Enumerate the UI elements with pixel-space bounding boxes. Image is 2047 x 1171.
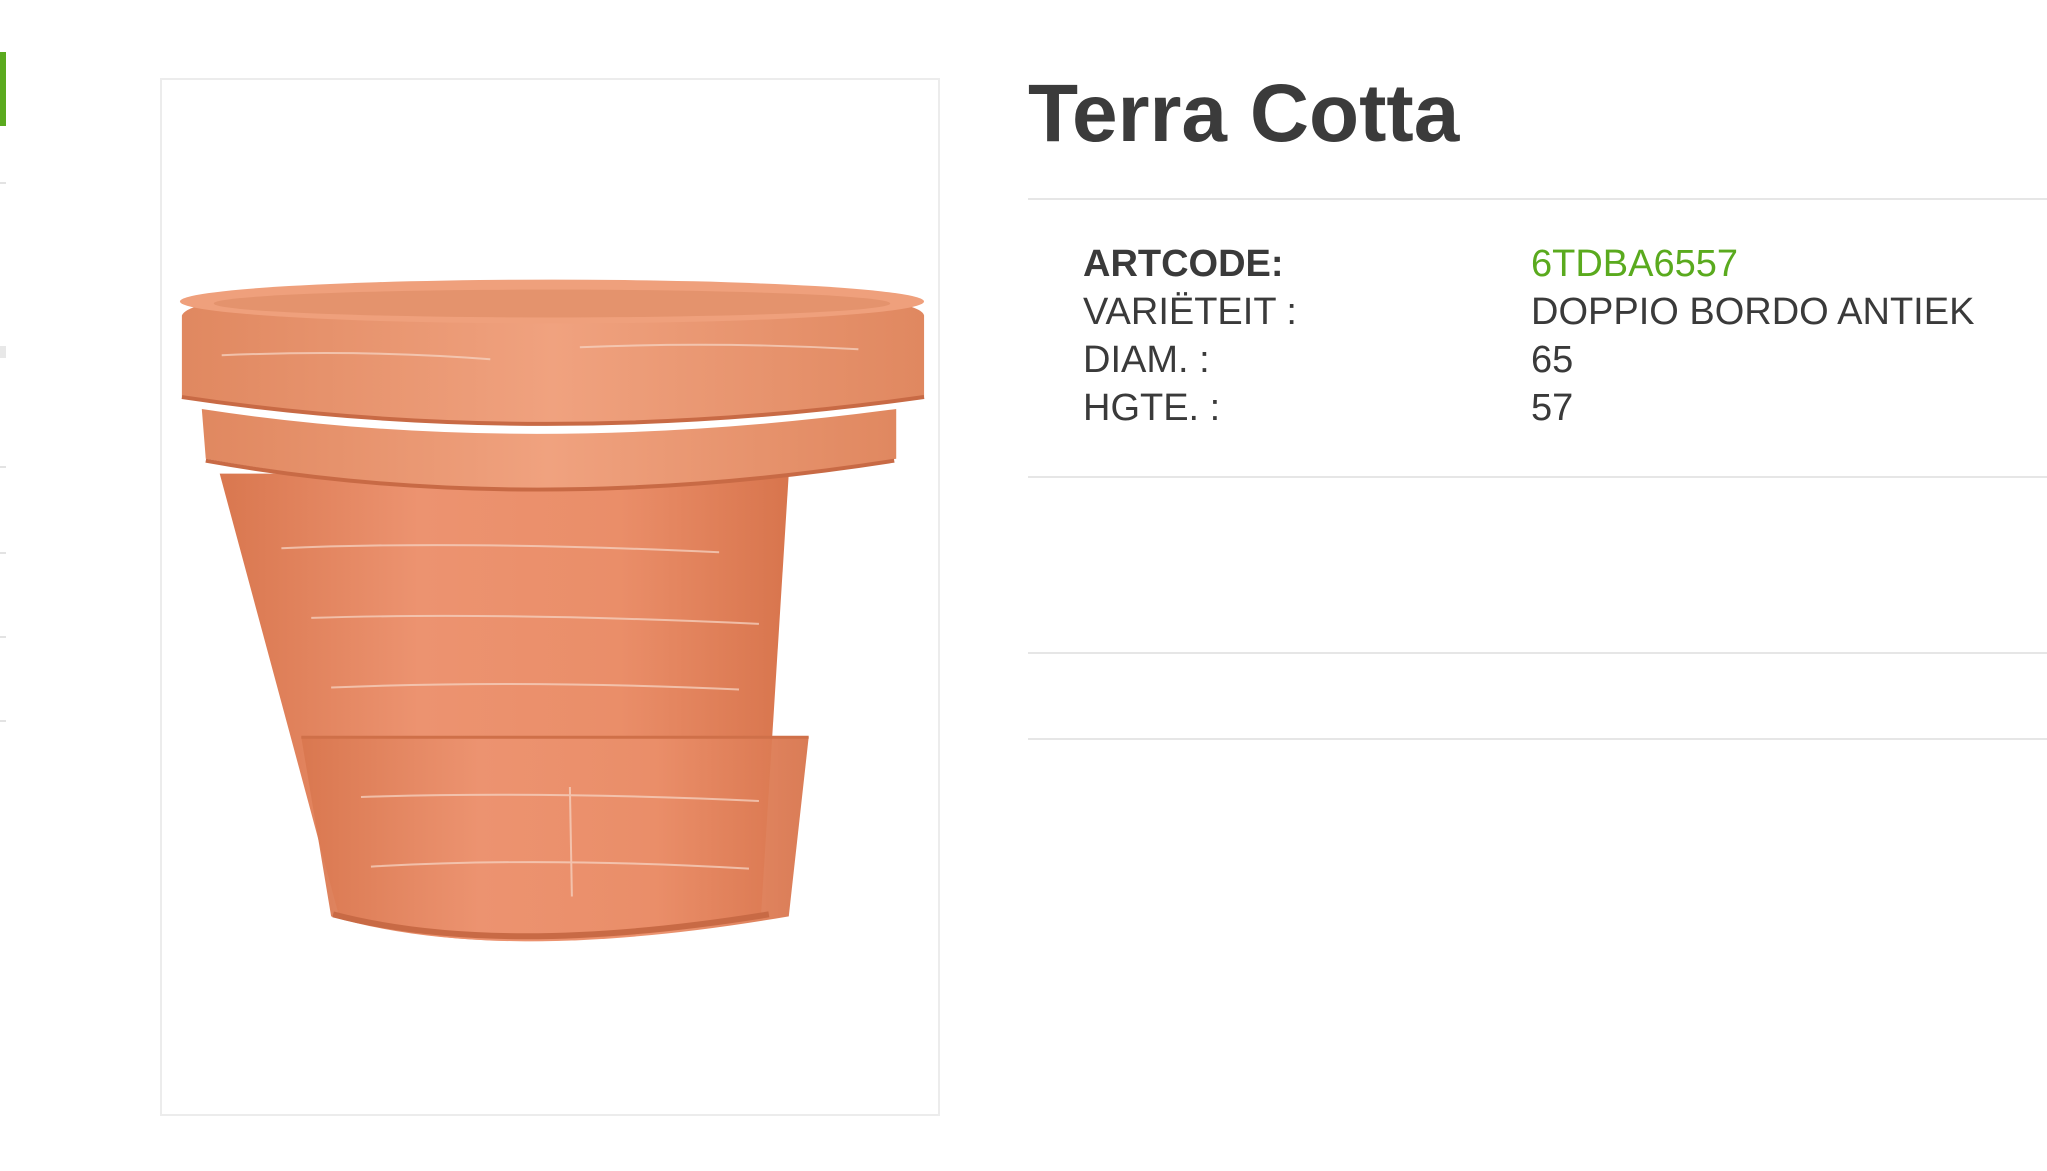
sidebar-divider xyxy=(0,346,6,358)
spec-table: ARTCODE: 6TDBA6557 VARIËTEIT : DOPPIO BO… xyxy=(1083,240,1974,432)
divider xyxy=(1028,738,2047,740)
divider xyxy=(1028,652,2047,654)
sidebar-divider xyxy=(0,466,6,468)
sidebar-divider xyxy=(0,720,6,722)
product-page: Terra Cotta ARTCODE: 6TDBA6557 VARIËTEIT… xyxy=(0,0,2047,1171)
sidebar-divider xyxy=(0,552,6,554)
spec-value-artcode: 6TDBA6557 xyxy=(1531,243,1739,285)
product-title: Terra Cotta xyxy=(1028,68,1460,159)
spec-label: ARTCODE: xyxy=(1083,243,1284,285)
sidebar-active-indicator xyxy=(0,52,6,126)
spec-value-height: 57 xyxy=(1531,387,1574,429)
spec-row-variety: VARIËTEIT : DOPPIO BORDO ANTIEK xyxy=(1083,288,1974,336)
spec-label: DIAM. : xyxy=(1083,339,1210,381)
terracotta-pot-illustration xyxy=(179,279,925,942)
spec-row-diameter: DIAM. : 65 xyxy=(1083,336,1974,384)
spec-value-variety: DOPPIO BORDO ANTIEK xyxy=(1531,291,1975,333)
divider xyxy=(1028,476,2047,478)
divider xyxy=(1028,198,2047,200)
spec-row-artcode: ARTCODE: 6TDBA6557 xyxy=(1083,240,1974,288)
spec-label: VARIËTEIT : xyxy=(1083,291,1297,333)
spec-value-diameter: 65 xyxy=(1531,339,1574,381)
spec-label: HGTE. : xyxy=(1083,387,1221,429)
sidebar-divider xyxy=(0,182,6,184)
product-details: Terra Cotta ARTCODE: 6TDBA6557 VARIËTEIT… xyxy=(1028,0,2047,1171)
sidebar-divider xyxy=(0,636,6,638)
product-image[interactable] xyxy=(160,78,940,1116)
spec-row-height: HGTE. : 57 xyxy=(1083,384,1974,432)
